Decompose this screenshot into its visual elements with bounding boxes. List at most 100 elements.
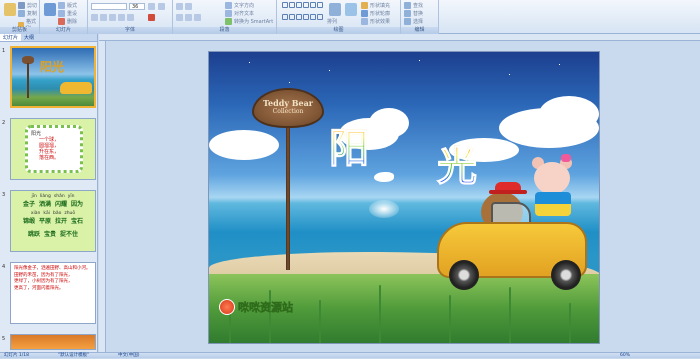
- copy-button[interactable]: 复制: [18, 10, 37, 17]
- align-text-button[interactable]: 对齐文本: [225, 10, 254, 17]
- shrink-font-button[interactable]: [158, 3, 165, 10]
- align-right-icon: [194, 14, 201, 21]
- thumb-title: 阳光: [40, 60, 65, 74]
- replace-icon: [404, 10, 411, 17]
- thumbnail-slide-5[interactable]: [10, 334, 96, 350]
- thumbnail-row: 4 阳光像金子，洒遍田野、高山和小河。 田野的禾苗，因为有了阳光， 更绿了，小树…: [0, 262, 98, 328]
- align-right-button[interactable]: [194, 14, 201, 21]
- font-group-label: 字体: [88, 27, 172, 34]
- reset-button[interactable]: 重设: [58, 10, 77, 17]
- underline-button[interactable]: [109, 14, 116, 21]
- shape-line-icon[interactable]: [296, 2, 302, 8]
- paragraph-group: 文字方向 对齐文本 转换为 SmartArt 段落: [173, 0, 277, 34]
- tab-outline[interactable]: 大纲: [21, 34, 37, 41]
- reset-icon: [58, 10, 65, 17]
- smartart-button[interactable]: 转换为 SmartArt: [225, 18, 273, 25]
- align-center-button[interactable]: [185, 14, 192, 21]
- layout-button[interactable]: 版式: [58, 2, 77, 9]
- fish: [374, 172, 394, 182]
- sign-line-1: Teddy Bear: [263, 98, 313, 108]
- editing-group: 查找 替换 选择 编辑: [401, 0, 439, 34]
- shape-more-icon[interactable]: [317, 13, 323, 20]
- thumbnail-number: 2: [2, 120, 6, 126]
- paste-icon[interactable]: [4, 3, 16, 16]
- word: 捉不住: [60, 231, 79, 238]
- shadow-button[interactable]: [127, 14, 134, 21]
- slide-canvas[interactable]: Teddy Bear Collection 阳 光 咪咪资源站: [208, 51, 600, 344]
- word: 洒满: [38, 201, 51, 208]
- shape-callout-icon[interactable]: [282, 13, 288, 20]
- font-color-button[interactable]: [148, 14, 155, 21]
- thumbnail-number: 5: [2, 336, 6, 342]
- font-size-combo[interactable]: 36: [129, 3, 145, 10]
- arrange-label[interactable]: 排列: [327, 18, 337, 25]
- shape-heart-icon[interactable]: [303, 13, 309, 20]
- shape-fill-button[interactable]: 形状填充: [361, 2, 390, 9]
- align-left-button[interactable]: [176, 14, 183, 21]
- thumbnail-number: 3: [2, 192, 6, 198]
- shape-rect-icon[interactable]: [282, 2, 288, 8]
- font-name-combo[interactable]: [91, 3, 127, 10]
- shape-brace-icon[interactable]: [289, 13, 295, 20]
- thumbnail-slide-2[interactable]: 阳光 一个球， 圆溜溜， 升在东， 落在西。: [10, 118, 96, 180]
- numbering-button[interactable]: [185, 3, 192, 10]
- thumbnail-number: 4: [2, 264, 6, 270]
- paragraph-group-label: 段落: [173, 27, 276, 34]
- shape-cloud-icon[interactable]: [310, 13, 316, 20]
- find-button[interactable]: 查找: [404, 2, 423, 9]
- thumbnail-slide-3[interactable]: jīn liàng shǎn yīn 金子 洒满 闪耀 因为 xiàn kāi bǎo zhuō …: [10, 190, 96, 252]
- shape-curve-icon[interactable]: [296, 13, 302, 20]
- horizontal-ruler: [99, 34, 700, 41]
- word: 锦缎: [22, 218, 35, 225]
- apple-icon: [219, 299, 235, 315]
- thumbnail-number: 1: [2, 48, 6, 54]
- poem-line: 落在西。: [39, 155, 60, 161]
- word: 金子: [22, 201, 35, 208]
- word: 闪耀: [55, 201, 68, 208]
- outline-icon: [361, 10, 368, 17]
- slides-group-label: 幻灯片: [40, 27, 87, 34]
- grow-font-button[interactable]: [148, 3, 155, 10]
- word: 宝贵: [43, 231, 56, 238]
- water-splash: [369, 200, 399, 218]
- cloud: [209, 130, 279, 160]
- slide-title-char-1[interactable]: 阳: [329, 116, 370, 174]
- shape-star-icon[interactable]: [317, 2, 323, 8]
- shape-effects-button[interactable]: 形状效果: [361, 18, 390, 25]
- thumbnail-slide-4[interactable]: 阳光像金子，洒遍田野、高山和小河。 田野的禾苗，因为有了阳光， 更绿了，小树因为…: [10, 262, 96, 324]
- text-direction-icon: [225, 2, 232, 9]
- logo-text: 咪咪资源站: [238, 301, 294, 315]
- shape-triangle-icon[interactable]: [310, 2, 316, 8]
- thumb-post: [27, 63, 29, 98]
- arrange-icon[interactable]: [329, 3, 341, 16]
- thumbnail-slide-1[interactable]: 阳光: [10, 46, 96, 108]
- word: 拉开: [55, 218, 68, 225]
- strikethrough-icon: [118, 14, 125, 21]
- star: [419, 60, 420, 61]
- sign-post: [286, 110, 290, 270]
- grass-blade: [319, 300, 321, 343]
- strikethrough-button[interactable]: [118, 14, 125, 21]
- select-button[interactable]: 选择: [404, 18, 423, 25]
- quick-styles-icon[interactable]: [345, 3, 357, 16]
- italic-button[interactable]: [100, 14, 107, 21]
- align-center-icon: [185, 14, 192, 21]
- shape-arrow-icon[interactable]: [303, 2, 309, 8]
- sign-line-2: Collection: [272, 108, 304, 115]
- drawing-group: 排列 形状填充 形状轮廓 形状效果 绘图: [277, 0, 401, 34]
- cut-button[interactable]: 剪切: [18, 2, 37, 9]
- bullets-button[interactable]: [176, 3, 183, 10]
- shape-outline-button[interactable]: 形状轮廓: [361, 10, 390, 17]
- slide-title-char-2[interactable]: 光: [437, 134, 478, 192]
- slides-group: 版式 重设 删除 幻灯片: [40, 0, 88, 34]
- zoom-level[interactable]: 60%: [620, 353, 630, 359]
- new-slide-icon[interactable]: [44, 3, 56, 16]
- bold-button[interactable]: [91, 14, 98, 21]
- text-direction-button[interactable]: 文字方向: [225, 2, 254, 9]
- slide-thumbnail-pane: 幻灯片 大纲 1 阳光 2 阳光 一个球， 圆溜溜， 升在东， 落在西。 3 j…: [0, 34, 98, 352]
- shape-oval-icon[interactable]: [289, 2, 295, 8]
- delete-slide-button[interactable]: 删除: [58, 18, 77, 25]
- tab-slides[interactable]: 幻灯片: [0, 34, 22, 41]
- replace-button[interactable]: 替换: [404, 10, 423, 17]
- shapes-gallery[interactable]: [282, 2, 323, 24]
